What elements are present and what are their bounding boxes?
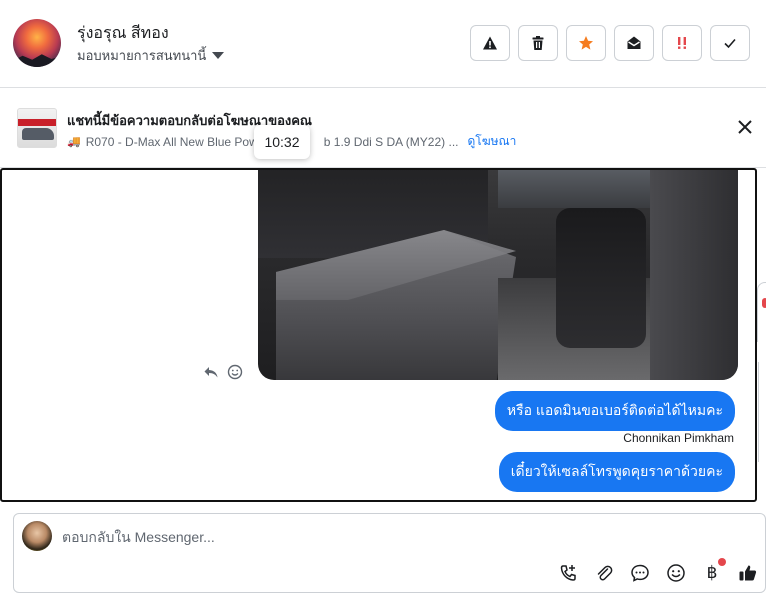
warning-icon: [483, 36, 497, 50]
like-button[interactable]: [737, 562, 759, 584]
message-thread: หรือ แอดมินขอเบอร์ติดต่อได้ไหมคะ Chonnik…: [0, 168, 757, 502]
view-ad-link[interactable]: ดูโฆษณา: [467, 132, 516, 151]
priority-icon: [678, 37, 686, 49]
assign-label: มอบหมายการสนทนานี้: [77, 48, 207, 63]
reply-input[interactable]: [62, 526, 562, 548]
ad-name: R070 - D-Max All New Blue Pow: [85, 134, 258, 149]
emoji-icon: [667, 564, 685, 582]
phone-plus-icon: [560, 565, 576, 581]
image-door: [650, 170, 738, 380]
paperclip-icon: [597, 565, 613, 581]
payment-button[interactable]: ฿: [701, 558, 726, 584]
star-icon: [579, 36, 593, 50]
chat-bubble-icon: [631, 564, 649, 582]
ad-thumbnail-car: [22, 128, 54, 140]
image-window: [498, 170, 658, 208]
call-button[interactable]: [557, 562, 579, 584]
saved-replies-button[interactable]: [629, 562, 651, 584]
attach-button[interactable]: [593, 562, 615, 584]
image-console: [556, 208, 646, 348]
header-actions: [470, 25, 750, 61]
message-image[interactable]: [258, 170, 738, 380]
truck-icon: 🚚: [67, 136, 81, 148]
side-panel-edge: [757, 282, 766, 342]
agent-avatar: [22, 521, 52, 551]
message-sender-name: Chonnikan Pimkham: [623, 431, 734, 445]
star-button[interactable]: [566, 25, 606, 61]
reply-composer: ฿: [13, 513, 766, 593]
follow-up-button[interactable]: [662, 25, 702, 61]
side-panel-edge-lower: [758, 362, 766, 462]
open-envelope-icon: [627, 36, 641, 49]
report-spam-button[interactable]: [470, 25, 510, 61]
check-icon: [724, 38, 736, 49]
side-panel-indicator: [762, 298, 766, 308]
ad-thumbnail[interactable]: [17, 108, 57, 148]
composer-tools: ฿: [557, 558, 759, 584]
emoji-button[interactable]: [665, 562, 687, 584]
caret-down-icon: [212, 52, 225, 59]
trash-icon: [532, 36, 544, 50]
react-emoji-icon[interactable]: [227, 364, 243, 380]
mark-unread-button[interactable]: [614, 25, 654, 61]
close-icon[interactable]: [736, 118, 754, 136]
conversation-panel: รุ่งอรุณ สีทอง มอบหมายการสนทนานี้ แชทนี้…: [0, 0, 766, 602]
message-tools: [203, 364, 243, 380]
reply-icon[interactable]: [203, 364, 219, 380]
ad-name-rest: b 1.9 Ddi S DA (MY22) ...: [323, 134, 459, 149]
contact-avatar[interactable]: [13, 19, 61, 67]
thumbs-up-icon: [739, 565, 757, 581]
ad-reply-banner: แชทนี้มีข้อความตอบกลับต่อโฆษณาของคุณ 🚚 R…: [0, 88, 766, 168]
conversation-header: รุ่งอรุณ สีทอง มอบหมายการสนทนานี้: [0, 0, 766, 88]
message-bubble[interactable]: เดี๋ยวให้เซลล์โทรพูดคุยราคาด้วยคะ: [498, 452, 735, 492]
mark-done-button[interactable]: [710, 25, 750, 61]
delete-button[interactable]: [518, 25, 558, 61]
timestamp-tooltip: 10:32: [254, 125, 310, 159]
contact-name[interactable]: รุ่งอรุณ สีทอง: [77, 21, 169, 46]
baht-icon: ฿: [706, 563, 718, 582]
message-bubble[interactable]: หรือ แอดมินขอเบอร์ติดต่อได้ไหมคะ: [494, 391, 735, 431]
assign-conversation-dropdown[interactable]: มอบหมายการสนทนานี้: [77, 45, 225, 66]
ad-thumbnail-band: [18, 119, 56, 126]
notification-dot: [718, 558, 726, 566]
